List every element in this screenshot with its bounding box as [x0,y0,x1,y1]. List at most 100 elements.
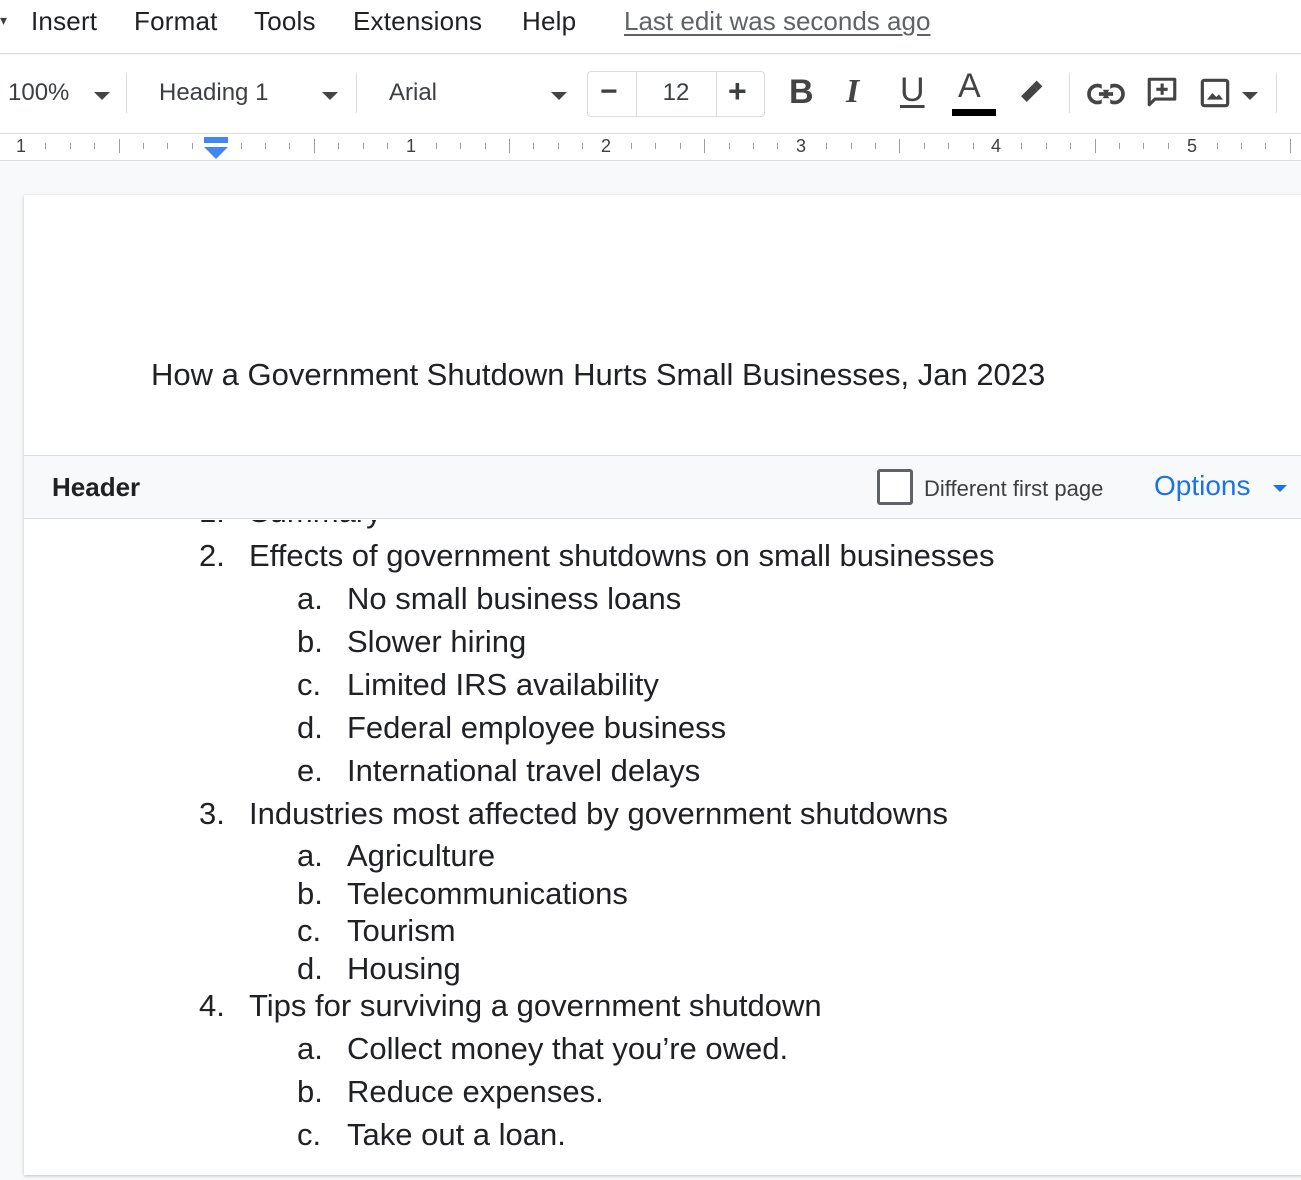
ruler-tick [265,143,266,149]
list-marker: 3. [199,796,225,831]
menu-tools[interactable]: Tools [254,6,316,37]
menu-extensions[interactable]: Extensions [353,6,482,37]
highlight-icon[interactable] [1014,75,1048,109]
list-item-text: International travel delays [347,753,701,788]
ruler-tick [679,143,681,149]
ruler-tick [972,143,974,149]
list-item-text: Industries most affected by government s… [249,796,949,831]
zoom-value: 100% [8,79,70,106]
menu-insert[interactable]: Insert [31,6,97,37]
list-marker: c. [297,667,322,702]
menu-help[interactable]: Help [522,6,576,37]
ruler-tick [191,143,193,149]
list-marker: b. [297,1074,323,1109]
ruler-tick [1119,143,1120,149]
ruler-tick [1143,143,1145,149]
ruler-tick [948,143,950,149]
list-marker: c. [297,1117,322,1152]
list-marker: e. [297,753,323,788]
ruler-number: 3 [796,136,807,156]
italic-button[interactable]: I [846,73,859,111]
indent-marker-icon[interactable] [202,137,230,161]
text-color-swatch [952,109,996,116]
list-item-text: Telecommunications [347,876,628,911]
header-bar: Header Different first page Options [24,455,1301,519]
list-item-text: Federal employee business [347,710,727,745]
list-item-text: Limited IRS availability [347,667,659,702]
list-item-text: Agriculture [347,838,496,873]
insert-image-caret-icon[interactable] [1242,92,1258,100]
list-marker: c. [297,913,322,948]
ruler-tick [435,143,437,149]
list-marker: d. [297,951,323,986]
list-marker: b. [297,624,323,659]
last-edit-link[interactable]: Last edit was seconds ago [624,6,930,37]
ruler-tick [1094,139,1096,153]
list-marker: 2. [199,538,225,573]
list-marker: 4. [199,988,225,1023]
ruler-number: 1 [16,136,27,156]
ruler-tick [118,139,120,153]
decrease-font-size-button[interactable]: − [600,75,618,109]
ruler-number: 2 [601,136,612,156]
list-marker: d. [297,710,323,745]
font-size-input[interactable]: 12 [640,79,712,107]
style-value: Heading 1 [159,79,269,106]
text-color-button[interactable]: A [952,67,996,119]
link-icon[interactable] [1086,77,1126,111]
ruler-number: 1 [406,136,417,156]
ruler-tick [728,143,730,149]
ruler-tick [1070,143,1072,149]
menu-format[interactable]: Format [134,6,218,37]
different-first-page-label[interactable]: Different first page [924,476,1103,502]
document-page: How a Government Shutdown Hurts Small Bu… [24,195,1301,1175]
options-button[interactable]: Options [1154,470,1251,502]
list-marker: a. [297,1031,323,1066]
ruler-tick [289,143,291,149]
list-item-text: Slower hiring [347,624,527,659]
ruler-tick [362,143,364,149]
font-size-divider [716,72,717,116]
font-size-divider [636,72,637,116]
ruler-tick [143,143,144,149]
document-body[interactable]: 1. Summary 2. Effects of government shut… [24,520,1301,1180]
ruler-tick [753,143,754,149]
bold-button[interactable]: B [789,73,814,112]
font-caret-icon [551,92,567,100]
header-text[interactable]: How a Government Shutdown Hurts Small Bu… [151,357,1045,393]
ruler-tick [69,143,71,149]
ruler[interactable]: 1 1 2 3 4 5 [0,133,1301,161]
toolbar-divider [356,73,357,113]
ruler-number: 5 [1187,136,1198,156]
ruler-tick [240,143,242,149]
ruler-tick [582,143,584,149]
list-item-text: Summary [249,520,382,530]
toolbar-divider [1069,73,1070,113]
ruler-tick [875,143,876,149]
list-item-text: Collect money that you’re owed. [347,1031,789,1066]
list-item-text: Effects of government shutdowns on small… [249,538,995,573]
increase-font-size-button[interactable]: + [728,73,747,110]
list-item-text: Tips for surviving a government shutdown [249,988,822,1023]
ruler-tick [1045,143,1047,149]
underline-button[interactable]: U [900,71,925,110]
options-caret-icon[interactable] [1273,485,1287,492]
ruler-tick [1241,143,1242,149]
ruler-tick [923,143,925,149]
list-marker: 1. [199,520,225,530]
ruler-tick [1167,143,1169,149]
ruler-tick [850,143,852,149]
different-first-page-checkbox[interactable] [877,469,913,505]
add-comment-icon[interactable] [1145,75,1179,109]
menu-overflow-caret-icon[interactable]: ▾ [0,12,7,29]
ruler-tick [460,143,462,149]
ruler-tick [45,143,47,149]
ruler-tick [1265,143,1267,149]
font-value: Arial [389,79,438,106]
ruler-tick [1021,143,1023,149]
header-label: Header [52,472,141,502]
ruler-tick [826,143,828,149]
insert-image-icon[interactable] [1199,77,1231,109]
ruler-tick [899,139,901,153]
list-item-text: Tourism [347,913,456,948]
